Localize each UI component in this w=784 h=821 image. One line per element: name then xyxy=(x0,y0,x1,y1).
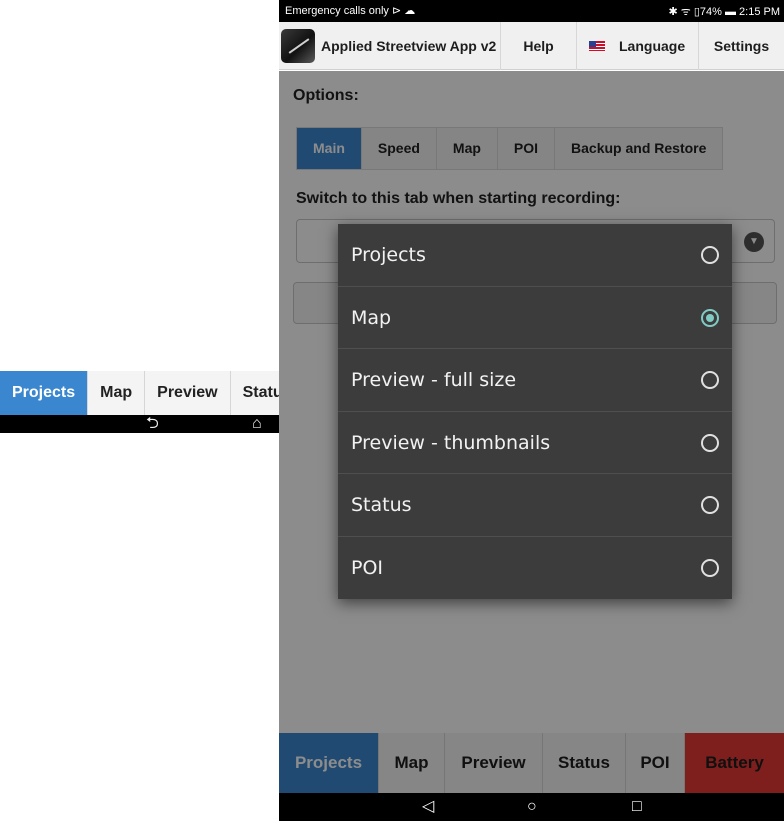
status-bar: Emergency calls only ⊳ ☁ ✱ ᯤ ▯74% ▬ 2:15… xyxy=(279,0,784,22)
fragment-tab-bar: Projects Map Preview Statu xyxy=(0,371,279,415)
back-icon[interactable]: ⮌ xyxy=(146,415,159,433)
option-label: Status xyxy=(351,494,412,516)
option-label: POI xyxy=(351,556,384,579)
language-menu[interactable]: Language xyxy=(577,21,699,70)
dialog-option-poi[interactable]: POI xyxy=(338,537,732,600)
status-left-text: Emergency calls only ⊳ ☁ xyxy=(285,5,416,17)
fragment-tab-preview[interactable]: Preview xyxy=(145,371,231,415)
radio-icon[interactable] xyxy=(701,371,719,389)
fragment-tab-map[interactable]: Map xyxy=(88,371,146,415)
radio-selected-icon[interactable] xyxy=(701,308,719,327)
radio-icon[interactable] xyxy=(701,558,719,577)
nav-back-icon[interactable]: ◁ xyxy=(422,797,434,817)
dialog-option-status[interactable]: Status xyxy=(338,474,732,537)
nav-home-icon[interactable]: ○ xyxy=(527,797,537,817)
dialog-option-preview-full[interactable]: Preview - full size xyxy=(338,349,732,412)
fragment-nav-bar: ⮌ ⌂ xyxy=(0,415,279,433)
fragment-tab-status[interactable]: Statu xyxy=(231,371,279,415)
us-flag-icon xyxy=(589,40,605,51)
settings-menu[interactable]: Settings xyxy=(699,22,784,70)
option-label: Map xyxy=(351,306,392,329)
option-label: Projects xyxy=(351,244,426,266)
status-right-text: ✱ ᯤ ▯74% ▬ 2:15 PM xyxy=(668,6,780,18)
radio-icon[interactable] xyxy=(701,433,719,452)
language-label: Language xyxy=(619,37,686,54)
help-menu[interactable]: Help xyxy=(501,21,577,70)
option-label: Preview - full size xyxy=(351,369,517,391)
app-title[interactable]: Applied Streetview App v2 xyxy=(315,21,501,70)
option-label: Preview - thumbnails xyxy=(351,431,551,454)
dialog-option-map[interactable]: Map xyxy=(338,287,732,349)
dialog-option-projects[interactable]: Projects xyxy=(338,224,732,287)
tab-choice-dialog: Projects Map Preview - full size Preview… xyxy=(338,224,732,599)
home-icon[interactable]: ⌂ xyxy=(252,415,262,433)
app-logo-icon xyxy=(281,28,315,63)
phone-screen: Emergency calls only ⊳ ☁ ✱ ᯤ ▯74% ▬ 2:15… xyxy=(279,0,784,821)
fragment-tab-projects[interactable]: Projects xyxy=(0,371,89,415)
android-nav-bar: ◁ ○ □ xyxy=(279,793,784,821)
nav-recents-icon[interactable]: □ xyxy=(632,797,642,817)
app-menu-bar: Applied Streetview App v2 Help Language … xyxy=(279,21,784,70)
radio-icon[interactable] xyxy=(701,246,719,264)
radio-icon[interactable] xyxy=(701,496,719,514)
cropped-tab-strip: Projects Map Preview Statu ⮌ ⌂ xyxy=(0,371,279,433)
dialog-option-preview-thumbnails[interactable]: Preview - thumbnails xyxy=(338,412,732,474)
